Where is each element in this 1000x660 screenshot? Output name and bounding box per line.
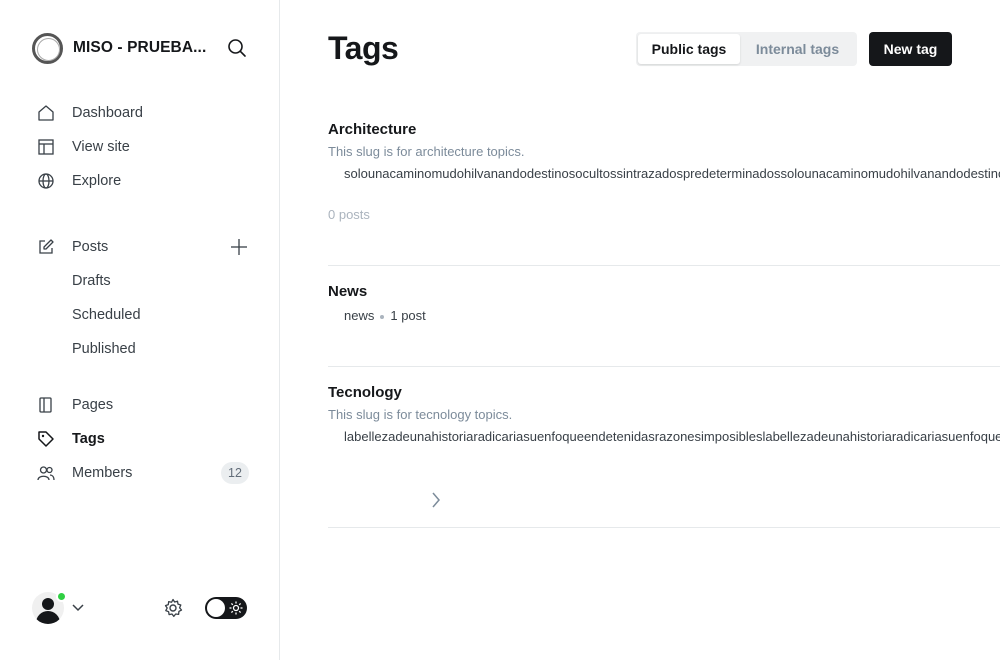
sidebar-item-label: Dashboard bbox=[72, 105, 143, 121]
sidebar-item-label: Scheduled bbox=[72, 307, 141, 323]
tag-description: This slug is for tecnology topics. bbox=[328, 407, 513, 422]
sidebar-item-explore[interactable]: Explore bbox=[36, 169, 250, 193]
sidebar-item-view-site[interactable]: View site bbox=[36, 135, 250, 159]
sun-icon bbox=[228, 600, 244, 616]
sidebar: MISO - PRUEBA... Dashboard View site Exp… bbox=[0, 0, 280, 660]
gear-icon[interactable] bbox=[162, 597, 184, 619]
tag-slug-and-count: news 1 post bbox=[344, 308, 426, 323]
sidebar-item-label: Posts bbox=[72, 239, 109, 255]
toggle-knob bbox=[207, 599, 225, 617]
tag-slug: solounacaminomudohilvanandodestinosocult… bbox=[344, 166, 1000, 181]
tag-post-count[interactable]: 1 post bbox=[390, 308, 425, 323]
main-content: Tags Public tags Internal tags New tag A… bbox=[280, 0, 1000, 660]
globe-icon bbox=[36, 171, 56, 191]
tab-public-tags[interactable]: Public tags bbox=[638, 34, 740, 64]
tab-internal-tags[interactable]: Internal tags bbox=[740, 34, 855, 64]
tag-slug: labellezadeunahistoriaradicariasuenfoque… bbox=[344, 429, 1000, 444]
theme-toggle[interactable] bbox=[205, 597, 247, 619]
tag-type-tabs: Public tags Internal tags bbox=[636, 32, 857, 66]
layout-icon bbox=[36, 137, 56, 157]
tag-slug: news bbox=[344, 308, 375, 323]
tag-name: Architecture bbox=[328, 121, 417, 138]
sidebar-item-drafts[interactable]: Drafts bbox=[36, 269, 250, 293]
chevron-down-icon bbox=[72, 604, 84, 612]
sidebar-item-label: Published bbox=[72, 341, 136, 357]
sidebar-item-scheduled[interactable]: Scheduled bbox=[36, 303, 250, 327]
sidebar-item-label: Members bbox=[72, 465, 133, 481]
tag-icon bbox=[36, 429, 56, 449]
members-count-badge: 12 bbox=[221, 462, 249, 484]
edit-icon bbox=[36, 237, 56, 257]
sidebar-item-label: Explore bbox=[72, 173, 122, 189]
sidebar-item-posts[interactable]: Posts bbox=[36, 235, 250, 259]
tag-row-news[interactable]: News news 1 post bbox=[328, 283, 1000, 367]
members-icon bbox=[36, 463, 56, 483]
tag-description: This slug is for architecture topics. bbox=[328, 144, 525, 159]
tag-name: News bbox=[328, 283, 368, 300]
sidebar-item-members[interactable]: Members bbox=[36, 461, 250, 485]
tag-name: Tecnology bbox=[328, 384, 402, 401]
sidebar-item-dashboard[interactable]: Dashboard bbox=[36, 101, 250, 125]
site-brand[interactable]: MISO - PRUEBA... bbox=[32, 32, 252, 64]
tag-row-architecture[interactable]: Architecture This slug is for architectu… bbox=[328, 121, 1000, 266]
add-post-icon[interactable] bbox=[228, 236, 250, 258]
sidebar-item-tags[interactable]: Tags bbox=[36, 427, 250, 451]
home-icon bbox=[36, 103, 56, 123]
page-icon bbox=[36, 395, 56, 415]
new-tag-button[interactable]: New tag bbox=[869, 32, 952, 66]
separator-dot bbox=[380, 314, 385, 319]
tag-row-tecnology[interactable]: Tecnology This slug is for tecnology top… bbox=[328, 384, 1000, 528]
sidebar-item-published[interactable]: Published bbox=[36, 337, 250, 361]
online-status-dot bbox=[56, 591, 67, 602]
page-title: Tags bbox=[328, 30, 399, 66]
search-icon[interactable] bbox=[226, 37, 248, 59]
chevron-right-icon[interactable] bbox=[428, 492, 444, 508]
sidebar-item-label: View site bbox=[72, 139, 130, 155]
tag-post-count[interactable]: 0 posts bbox=[328, 207, 370, 222]
sidebar-item-label: Drafts bbox=[72, 273, 111, 289]
sidebar-item-pages[interactable]: Pages bbox=[36, 393, 250, 417]
site-logo-icon bbox=[32, 32, 63, 64]
sidebar-item-label: Pages bbox=[72, 397, 114, 413]
sidebar-item-label: Tags bbox=[72, 431, 105, 447]
site-name: MISO - PRUEBA... bbox=[73, 39, 207, 56]
